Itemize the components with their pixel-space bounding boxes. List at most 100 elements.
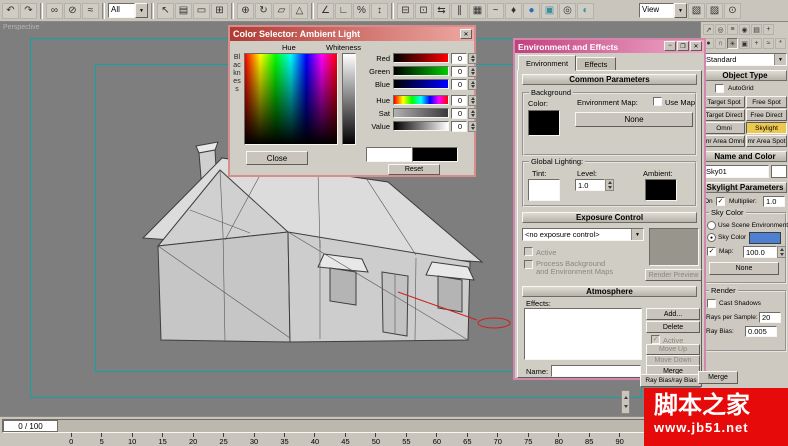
display-tab-icon[interactable]: ▤ [751, 24, 762, 35]
timeline-tick[interactable]: 30 [239, 433, 269, 446]
timeline-tick[interactable]: 10 [117, 433, 147, 446]
named-set-c-icon[interactable]: ⊙ [724, 2, 741, 19]
select-by-name-icon[interactable]: ▤ [175, 2, 192, 19]
target-direct-button[interactable]: Target Direct [703, 109, 745, 121]
atmosphere-rollout[interactable]: Atmosphere [522, 286, 697, 297]
hierarchy-tab-icon[interactable]: ≡ [727, 24, 738, 35]
lights-category-icon[interactable]: ☀ [727, 38, 738, 49]
green-channel-field[interactable]: 0 [451, 66, 467, 77]
on-checkbox[interactable]: ✓ [716, 197, 725, 206]
quick-render-icon[interactable]: ◐ [577, 2, 594, 19]
timeline-tick[interactable]: 85 [574, 433, 604, 446]
maximize-icon[interactable]: ❐ [677, 41, 689, 51]
tab-effects[interactable]: Effects [576, 57, 616, 71]
blue-channel-spinner[interactable] [468, 79, 477, 90]
map-amount-spinner[interactable] [777, 246, 786, 258]
reference-coordinate-dropdown[interactable]: View ▼ [639, 3, 687, 18]
systems-category-icon[interactable]: * [775, 38, 786, 49]
rectangular-selection-region-icon[interactable]: ▭ [193, 2, 210, 19]
sat-channel-slider[interactable] [393, 108, 449, 118]
select-and-link-icon[interactable]: ∞ [46, 2, 63, 19]
shapes-category-icon[interactable]: ∩ [715, 38, 726, 49]
timeline-tick[interactable]: 40 [300, 433, 330, 446]
unlink-selection-icon[interactable]: ⊘ [64, 2, 81, 19]
color-selector-titlebar[interactable]: Color Selector: Ambient Light [230, 27, 474, 41]
snaps-toggle-icon[interactable]: ∠ [317, 2, 334, 19]
timeline-tick[interactable]: 45 [330, 433, 360, 446]
sat-channel-field[interactable]: 0 [451, 108, 467, 119]
hue-channel-spinner[interactable] [468, 95, 477, 106]
material-editor-icon[interactable]: ● [523, 2, 540, 19]
blue-channel-slider[interactable] [393, 79, 449, 89]
curve-editor-icon[interactable]: ~ [487, 2, 504, 19]
timeline-tick[interactable]: 15 [147, 433, 177, 446]
select-object-icon[interactable]: ↖ [157, 2, 174, 19]
effect-active-checkbox[interactable]: ✓ [651, 335, 660, 344]
hue-channel-slider[interactable] [393, 95, 449, 105]
spacewarps-category-icon[interactable]: ≈ [763, 38, 774, 49]
schematic-view-icon[interactable]: ♦ [505, 2, 522, 19]
timeline-tick[interactable]: 60 [422, 433, 452, 446]
ambient-swatch[interactable] [645, 179, 677, 201]
light-type-dropdown[interactable]: Standard ▼ [703, 53, 787, 66]
edit-named-selection-icon[interactable]: ⊟ [397, 2, 414, 19]
omni-button[interactable]: Omni [703, 122, 745, 134]
redo-icon[interactable]: ↷ [20, 2, 37, 19]
rays-per-sample-field[interactable]: 20 [759, 312, 781, 323]
timeline-ruler[interactable]: 0 5 10 15 20 25 30 35 40 45 50 55 60 65 … [56, 433, 696, 446]
timeline-tick[interactable]: 70 [483, 433, 513, 446]
sat-channel-spinner[interactable] [468, 108, 477, 119]
use-scene-env-radio[interactable] [707, 221, 716, 230]
hue-blackness-picker[interactable] [244, 53, 338, 145]
timeline-tick[interactable]: 20 [178, 433, 208, 446]
utilities-tab-icon[interactable]: + [763, 24, 774, 35]
exposure-control-rollout[interactable]: Exposure Control [522, 212, 697, 223]
cast-shadows-checkbox[interactable] [707, 299, 716, 308]
bind-to-space-warp-icon[interactable]: ≈ [82, 2, 99, 19]
close-button[interactable]: Close [246, 151, 308, 165]
sky-color-swatch[interactable] [749, 232, 781, 244]
skylight-parameters-rollout[interactable]: Skylight Parameters [703, 182, 787, 193]
close-icon[interactable]: ✕ [460, 29, 472, 39]
add-effect-button[interactable]: Add... [646, 308, 700, 320]
exposure-control-dropdown[interactable]: <no exposure control> ▼ [522, 228, 644, 241]
named-selection-icon[interactable]: ⊡ [415, 2, 432, 19]
time-slider[interactable]: 0 / 100 [3, 420, 58, 432]
free-spot-button[interactable]: Free Spot [746, 96, 787, 108]
multiplier-field[interactable]: 1.0 [763, 196, 785, 207]
map-amount-field[interactable]: 100.0 [743, 246, 777, 258]
percent-snap-icon[interactable]: % [353, 2, 370, 19]
chevron-down-icon[interactable]: ▼ [135, 3, 148, 18]
motion-tab-icon[interactable]: ◉ [739, 24, 750, 35]
select-and-rotate-icon[interactable]: ↻ [255, 2, 272, 19]
map-checkbox[interactable]: ✓ [707, 247, 716, 256]
selection-filter-dropdown[interactable]: All ▼ [108, 3, 148, 18]
target-spot-button[interactable]: Target Spot [703, 96, 745, 108]
value-channel-field[interactable]: 0 [451, 121, 467, 132]
ray-bias-ghost-spinner[interactable] [621, 390, 630, 414]
object-name-field[interactable]: Sky01 [703, 165, 769, 178]
sky-map-none-button[interactable]: None [709, 262, 779, 275]
environment-map-none-button[interactable]: None [575, 112, 693, 127]
spinner-snap-icon[interactable]: ↕ [371, 2, 388, 19]
merge-ghost-button[interactable]: Merge [698, 371, 738, 384]
autogrid-checkbox[interactable] [715, 84, 724, 93]
tint-swatch[interactable] [528, 179, 560, 201]
green-channel-slider[interactable] [393, 66, 449, 76]
mr-area-spot-button[interactable]: mr Area Spot [746, 135, 787, 147]
level-spinner[interactable] [605, 179, 614, 191]
select-and-move-icon[interactable]: ⊕ [237, 2, 254, 19]
layer-manager-icon[interactable]: ▦ [469, 2, 486, 19]
mirror-icon[interactable]: ⇆ [433, 2, 450, 19]
ray-bias-field[interactable]: 0.005 [745, 326, 777, 337]
timeline-tick[interactable]: 55 [391, 433, 421, 446]
timeline-tick[interactable]: 0 [56, 433, 86, 446]
value-channel-spinner[interactable] [468, 121, 477, 132]
align-icon[interactable]: ∥ [451, 2, 468, 19]
timeline-tick[interactable]: 25 [208, 433, 238, 446]
modify-tab-icon[interactable]: ◎ [715, 24, 726, 35]
timeline-tick[interactable]: 90 [604, 433, 634, 446]
create-tab-icon[interactable]: ↗ [703, 24, 714, 35]
undo-icon[interactable]: ↶ [2, 2, 19, 19]
chevron-down-icon[interactable]: ▼ [631, 229, 643, 240]
